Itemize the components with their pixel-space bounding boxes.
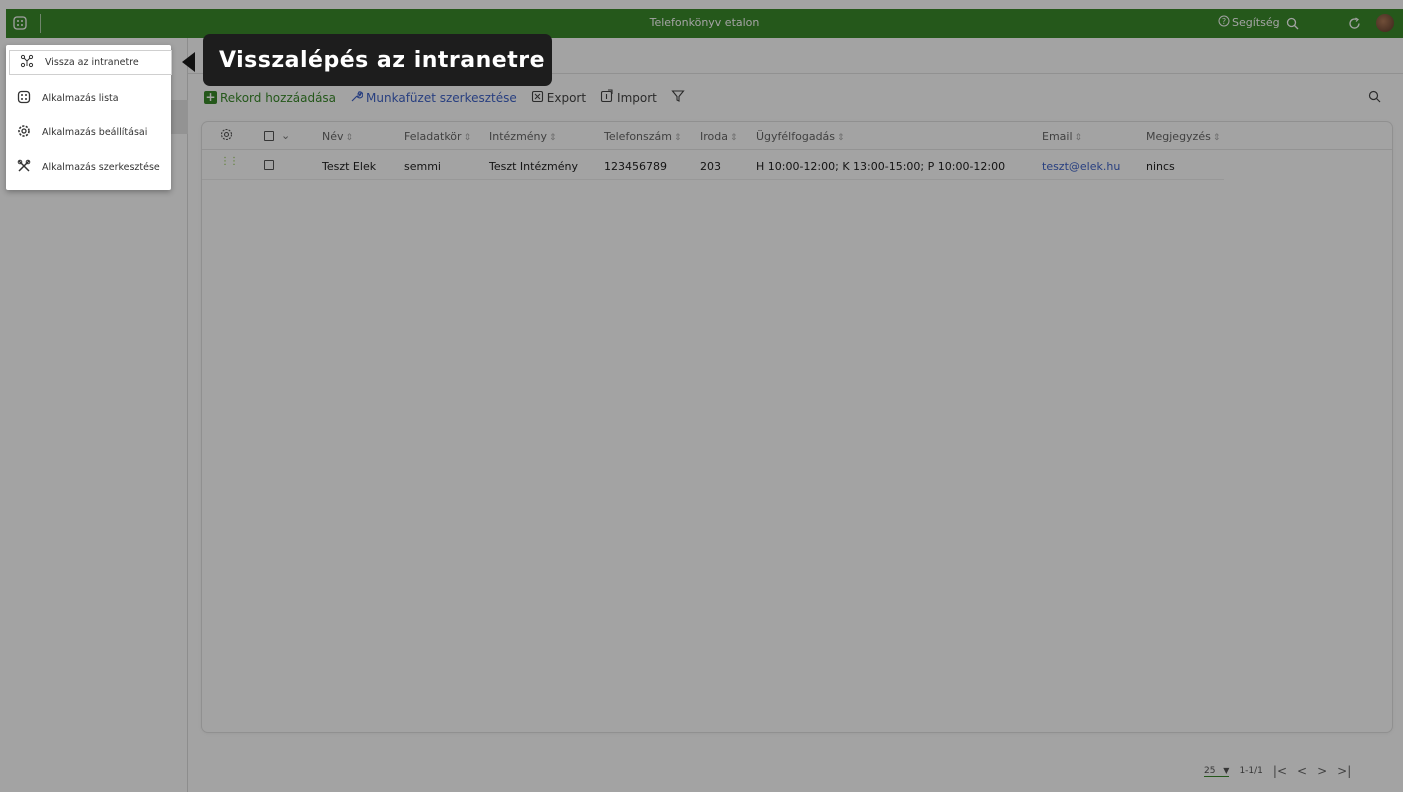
help-button[interactable]: ? Segítség bbox=[1218, 15, 1280, 30]
toolbar: + Rekord hozzáadása Munkafüzet szerkeszt… bbox=[204, 89, 685, 106]
sidebar-selection bbox=[170, 100, 188, 134]
edit-workbook-label: Munkafüzet szerkesztése bbox=[366, 90, 517, 105]
pagination: 25 ▼ 1-1/1 |< < > >| bbox=[1204, 764, 1351, 778]
page-title: Telefonkönyv etalon bbox=[649, 16, 760, 29]
page-size-select[interactable]: 25 ▼ bbox=[1204, 766, 1230, 777]
first-page-icon[interactable]: |< bbox=[1273, 764, 1287, 778]
filter-button[interactable] bbox=[671, 89, 685, 106]
export-button[interactable]: Export bbox=[531, 90, 586, 106]
cell-megjegyzes: nincs bbox=[1146, 160, 1175, 173]
help-label: Segítség bbox=[1232, 16, 1280, 29]
chevron-down-icon[interactable]: ⌄ bbox=[281, 129, 290, 142]
add-record-button[interactable]: + Rekord hozzáadása bbox=[204, 91, 336, 105]
column-header-email[interactable]: Email ⇕ bbox=[1042, 130, 1082, 143]
next-page-icon[interactable]: > bbox=[1317, 764, 1327, 778]
add-record-label: Rekord hozzáadása bbox=[220, 90, 337, 105]
export-icon bbox=[531, 90, 544, 106]
svg-text:?: ? bbox=[1222, 17, 1226, 26]
select-all-checkbox[interactable] bbox=[264, 131, 274, 141]
menu-item-label: Alkalmazás beállításai bbox=[42, 126, 148, 138]
menu-item-app-edit[interactable]: Alkalmazás szerkesztése bbox=[6, 152, 171, 182]
import-label: Import bbox=[617, 90, 657, 105]
search-icon[interactable] bbox=[1284, 15, 1300, 31]
menu-item-app-list[interactable]: Alkalmazás lista bbox=[6, 83, 171, 113]
column-header-telefonszam[interactable]: Telefonszám ⇕ bbox=[604, 130, 682, 143]
cell-nev: Teszt Elek bbox=[322, 160, 377, 173]
refresh-icon[interactable] bbox=[1346, 15, 1362, 31]
import-button[interactable]: Import bbox=[600, 89, 657, 106]
cell-ugyfelfogadas: H 10:00-12:00; K 13:00-15:00; P 10:00-12… bbox=[756, 160, 1006, 173]
menu-item-label: Alkalmazás lista bbox=[42, 92, 119, 104]
row-checkbox[interactable] bbox=[264, 160, 274, 170]
menu-item-app-settings[interactable]: Alkalmazás beállításai bbox=[6, 117, 171, 147]
menu-item-label: Vissza az intranetre bbox=[45, 57, 139, 68]
prev-page-icon[interactable]: < bbox=[1297, 764, 1307, 778]
wrench-icon bbox=[350, 90, 364, 106]
gear-icon bbox=[17, 124, 31, 141]
cell-feladatkor: semmi bbox=[404, 160, 441, 173]
page-range: 1-1/1 bbox=[1239, 766, 1263, 776]
cell-intezmeny: Teszt Intézmény bbox=[489, 160, 578, 173]
plus-icon: + bbox=[204, 90, 217, 104]
column-header-iroda[interactable]: Iroda ⇕ bbox=[700, 130, 738, 143]
edit-workbook-button[interactable]: Munkafüzet szerkesztése bbox=[350, 90, 517, 106]
filter-icon bbox=[671, 89, 685, 106]
menu-item-label: Alkalmazás szerkesztése bbox=[42, 161, 160, 173]
tooltip-arrow bbox=[182, 52, 195, 72]
tools-icon bbox=[17, 159, 31, 176]
cell-telefonszam: 123456789 bbox=[604, 160, 667, 173]
export-label: Export bbox=[546, 90, 587, 105]
back-network-icon bbox=[20, 54, 34, 71]
column-settings-icon[interactable] bbox=[220, 128, 233, 144]
column-header-ugyfelfogadas[interactable]: Ügyfélfogadás ⇕ bbox=[756, 130, 845, 143]
tooltip: Visszalépés az intranetre bbox=[203, 34, 552, 86]
table-header: ⌄ Név ⇕ Feladatkör ⇕ Intézmény ⇕ Telefonszá… bbox=[202, 122, 1392, 150]
cell-email-link[interactable]: teszt@elek.hu bbox=[1042, 160, 1120, 173]
column-header-intezmeny[interactable]: Intézmény ⇕ bbox=[489, 130, 557, 143]
import-icon bbox=[600, 89, 614, 106]
last-page-icon[interactable]: >| bbox=[1337, 764, 1351, 778]
apps-icon bbox=[17, 90, 31, 107]
help-icon: ? bbox=[1218, 15, 1230, 30]
search-icon[interactable] bbox=[1368, 90, 1381, 106]
column-header-nev[interactable]: Név ⇕ bbox=[322, 130, 353, 143]
column-header-feladatkor[interactable]: Feladatkör ⇕ bbox=[404, 130, 471, 143]
main-content: + Rekord hozzáadása Munkafüzet szerkeszt… bbox=[188, 38, 1403, 792]
app-menu: Vissza az intranetre Alkalmazás lista Al… bbox=[6, 45, 172, 190]
column-header-megjegyzes[interactable]: Megjegyzés ⇕ bbox=[1146, 130, 1220, 143]
menu-item-back-to-intranet[interactable]: Vissza az intranetre bbox=[9, 50, 172, 75]
user-avatar[interactable] bbox=[1376, 14, 1394, 32]
cell-iroda: 203 bbox=[700, 160, 721, 173]
table-row[interactable]: Teszt Elek semmi Teszt Intézmény 1234567… bbox=[202, 151, 1224, 180]
data-table: ⌄ Név ⇕ Feladatkör ⇕ Intézmény ⇕ Telefonszá… bbox=[202, 122, 1392, 732]
